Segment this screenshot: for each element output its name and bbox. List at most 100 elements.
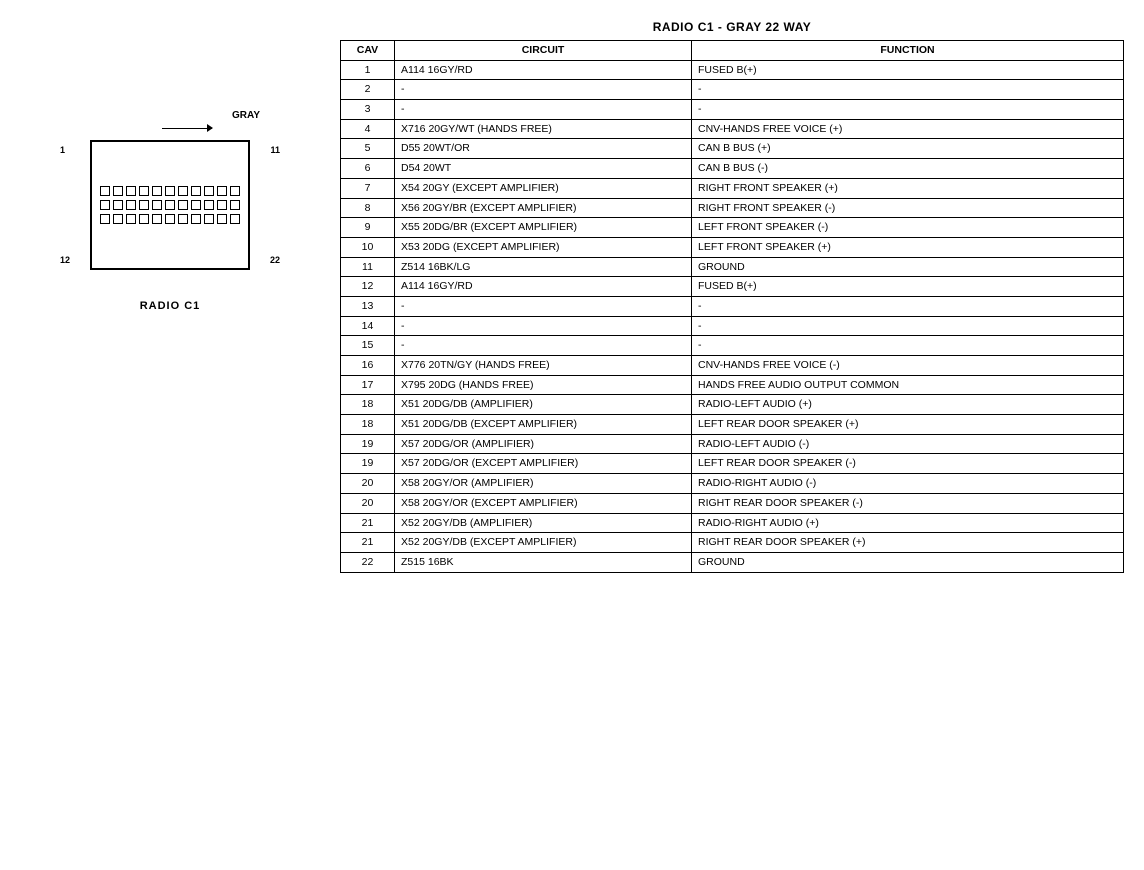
- cell-cav: 4: [341, 119, 395, 139]
- pin: [178, 214, 188, 224]
- pin-row-1: [100, 186, 240, 196]
- cell-function: RIGHT FRONT SPEAKER (+): [692, 178, 1124, 198]
- pin: [191, 186, 201, 196]
- cell-function: -: [692, 80, 1124, 100]
- pin: [178, 200, 188, 210]
- table-row: 19X57 20DG/OR (EXCEPT AMPLIFIER)LEFT REA…: [341, 454, 1124, 474]
- cell-circuit: -: [395, 100, 692, 120]
- table-row: 21X52 20GY/DB (AMPLIFIER)RADIO-RIGHT AUD…: [341, 513, 1124, 533]
- cell-circuit: X56 20GY/BR (EXCEPT AMPLIFIER): [395, 198, 692, 218]
- col-header-function: FUNCTION: [692, 41, 1124, 61]
- cell-circuit: X52 20GY/DB (AMPLIFIER): [395, 513, 692, 533]
- cell-cav: 20: [341, 493, 395, 513]
- cell-function: LEFT REAR DOOR SPEAKER (-): [692, 454, 1124, 474]
- cell-function: LEFT FRONT SPEAKER (+): [692, 237, 1124, 257]
- cell-cav: 17: [341, 375, 395, 395]
- cell-cav: 21: [341, 513, 395, 533]
- col-header-cav: CAV: [341, 41, 395, 61]
- cell-cav: 19: [341, 434, 395, 454]
- table-row: 16X776 20TN/GY (HANDS FREE)CNV-HANDS FRE…: [341, 356, 1124, 376]
- cell-circuit: X57 20DG/OR (AMPLIFIER): [395, 434, 692, 454]
- cell-function: HANDS FREE AUDIO OUTPUT COMMON: [692, 375, 1124, 395]
- cell-circuit: X776 20TN/GY (HANDS FREE): [395, 356, 692, 376]
- cell-circuit: -: [395, 316, 692, 336]
- cell-cav: 10: [341, 237, 395, 257]
- cell-function: RIGHT REAR DOOR SPEAKER (+): [692, 533, 1124, 553]
- cell-function: -: [692, 336, 1124, 356]
- pin: [139, 186, 149, 196]
- pin-row-2: [100, 200, 240, 210]
- cell-cav: 11: [341, 257, 395, 277]
- side-label-11: 11: [250, 145, 280, 155]
- pin: [126, 200, 136, 210]
- cell-cav: 3: [341, 100, 395, 120]
- cell-circuit: X716 20GY/WT (HANDS FREE): [395, 119, 692, 139]
- table-row: 17X795 20DG (HANDS FREE)HANDS FREE AUDIO…: [341, 375, 1124, 395]
- table-row: 12A114 16GY/RDFUSED B(+): [341, 277, 1124, 297]
- cell-circuit: D55 20WT/OR: [395, 139, 692, 159]
- cell-function: RADIO-LEFT AUDIO (+): [692, 395, 1124, 415]
- table-row: 13--: [341, 296, 1124, 316]
- pin: [100, 214, 110, 224]
- pin: [204, 186, 214, 196]
- pin: [191, 214, 201, 224]
- pin: [113, 186, 123, 196]
- table-row: 19X57 20DG/OR (AMPLIFIER)RADIO-LEFT AUDI…: [341, 434, 1124, 454]
- cell-circuit: Z515 16BK: [395, 552, 692, 572]
- cell-function: CAN B BUS (+): [692, 139, 1124, 159]
- cell-cav: 21: [341, 533, 395, 553]
- cell-function: CNV-HANDS FREE VOICE (+): [692, 119, 1124, 139]
- cell-cav: 1: [341, 60, 395, 80]
- pin: [126, 186, 136, 196]
- table-row: 1A114 16GY/RDFUSED B(+): [341, 60, 1124, 80]
- cell-cav: 8: [341, 198, 395, 218]
- cell-circuit: X795 20DG (HANDS FREE): [395, 375, 692, 395]
- cell-cav: 13: [341, 296, 395, 316]
- table-row: 5D55 20WT/ORCAN B BUS (+): [341, 139, 1124, 159]
- arrow-line: [162, 128, 212, 129]
- pin: [100, 200, 110, 210]
- table-row: 9X55 20DG/BR (EXCEPT AMPLIFIER)LEFT FRON…: [341, 218, 1124, 238]
- pin: [178, 186, 188, 196]
- cell-function: RIGHT FRONT SPEAKER (-): [692, 198, 1124, 218]
- pin: [113, 200, 123, 210]
- pin: [126, 214, 136, 224]
- cell-cav: 18: [341, 395, 395, 415]
- cell-function: FUSED B(+): [692, 277, 1124, 297]
- cell-cav: 9: [341, 218, 395, 238]
- pin: [152, 214, 162, 224]
- table-row: 2--: [341, 80, 1124, 100]
- pin: [204, 214, 214, 224]
- side-labels-right: 11 22: [250, 140, 280, 270]
- left-panel: GRAY 1 12: [20, 20, 320, 850]
- cell-circuit: X51 20DG/DB (EXCEPT AMPLIFIER): [395, 415, 692, 435]
- cell-circuit: X53 20DG (EXCEPT AMPLIFIER): [395, 237, 692, 257]
- cell-cav: 18: [341, 415, 395, 435]
- pin: [217, 186, 227, 196]
- pin: [230, 186, 240, 196]
- pin: [152, 200, 162, 210]
- cell-function: -: [692, 100, 1124, 120]
- cell-circuit: -: [395, 336, 692, 356]
- cell-circuit: Z514 16BK/LG: [395, 257, 692, 277]
- table-row: 3--: [341, 100, 1124, 120]
- pin: [230, 200, 240, 210]
- pin: [100, 186, 110, 196]
- pin: [191, 200, 201, 210]
- cell-function: GROUND: [692, 552, 1124, 572]
- pin: [217, 214, 227, 224]
- cell-function: -: [692, 316, 1124, 336]
- table-row: 22Z515 16BKGROUND: [341, 552, 1124, 572]
- pin: [165, 200, 175, 210]
- cell-function: RIGHT REAR DOOR SPEAKER (-): [692, 493, 1124, 513]
- cell-function: LEFT REAR DOOR SPEAKER (+): [692, 415, 1124, 435]
- cell-circuit: A114 16GY/RD: [395, 277, 692, 297]
- cell-cav: 7: [341, 178, 395, 198]
- cell-cav: 15: [341, 336, 395, 356]
- cell-circuit: X57 20DG/OR (EXCEPT AMPLIFIER): [395, 454, 692, 474]
- table-row: 8X56 20GY/BR (EXCEPT AMPLIFIER)RIGHT FRO…: [341, 198, 1124, 218]
- table-header-row: CAV CIRCUIT FUNCTION: [341, 41, 1124, 61]
- pin: [165, 186, 175, 196]
- table-row: 6D54 20WTCAN B BUS (-): [341, 159, 1124, 179]
- pin: [204, 200, 214, 210]
